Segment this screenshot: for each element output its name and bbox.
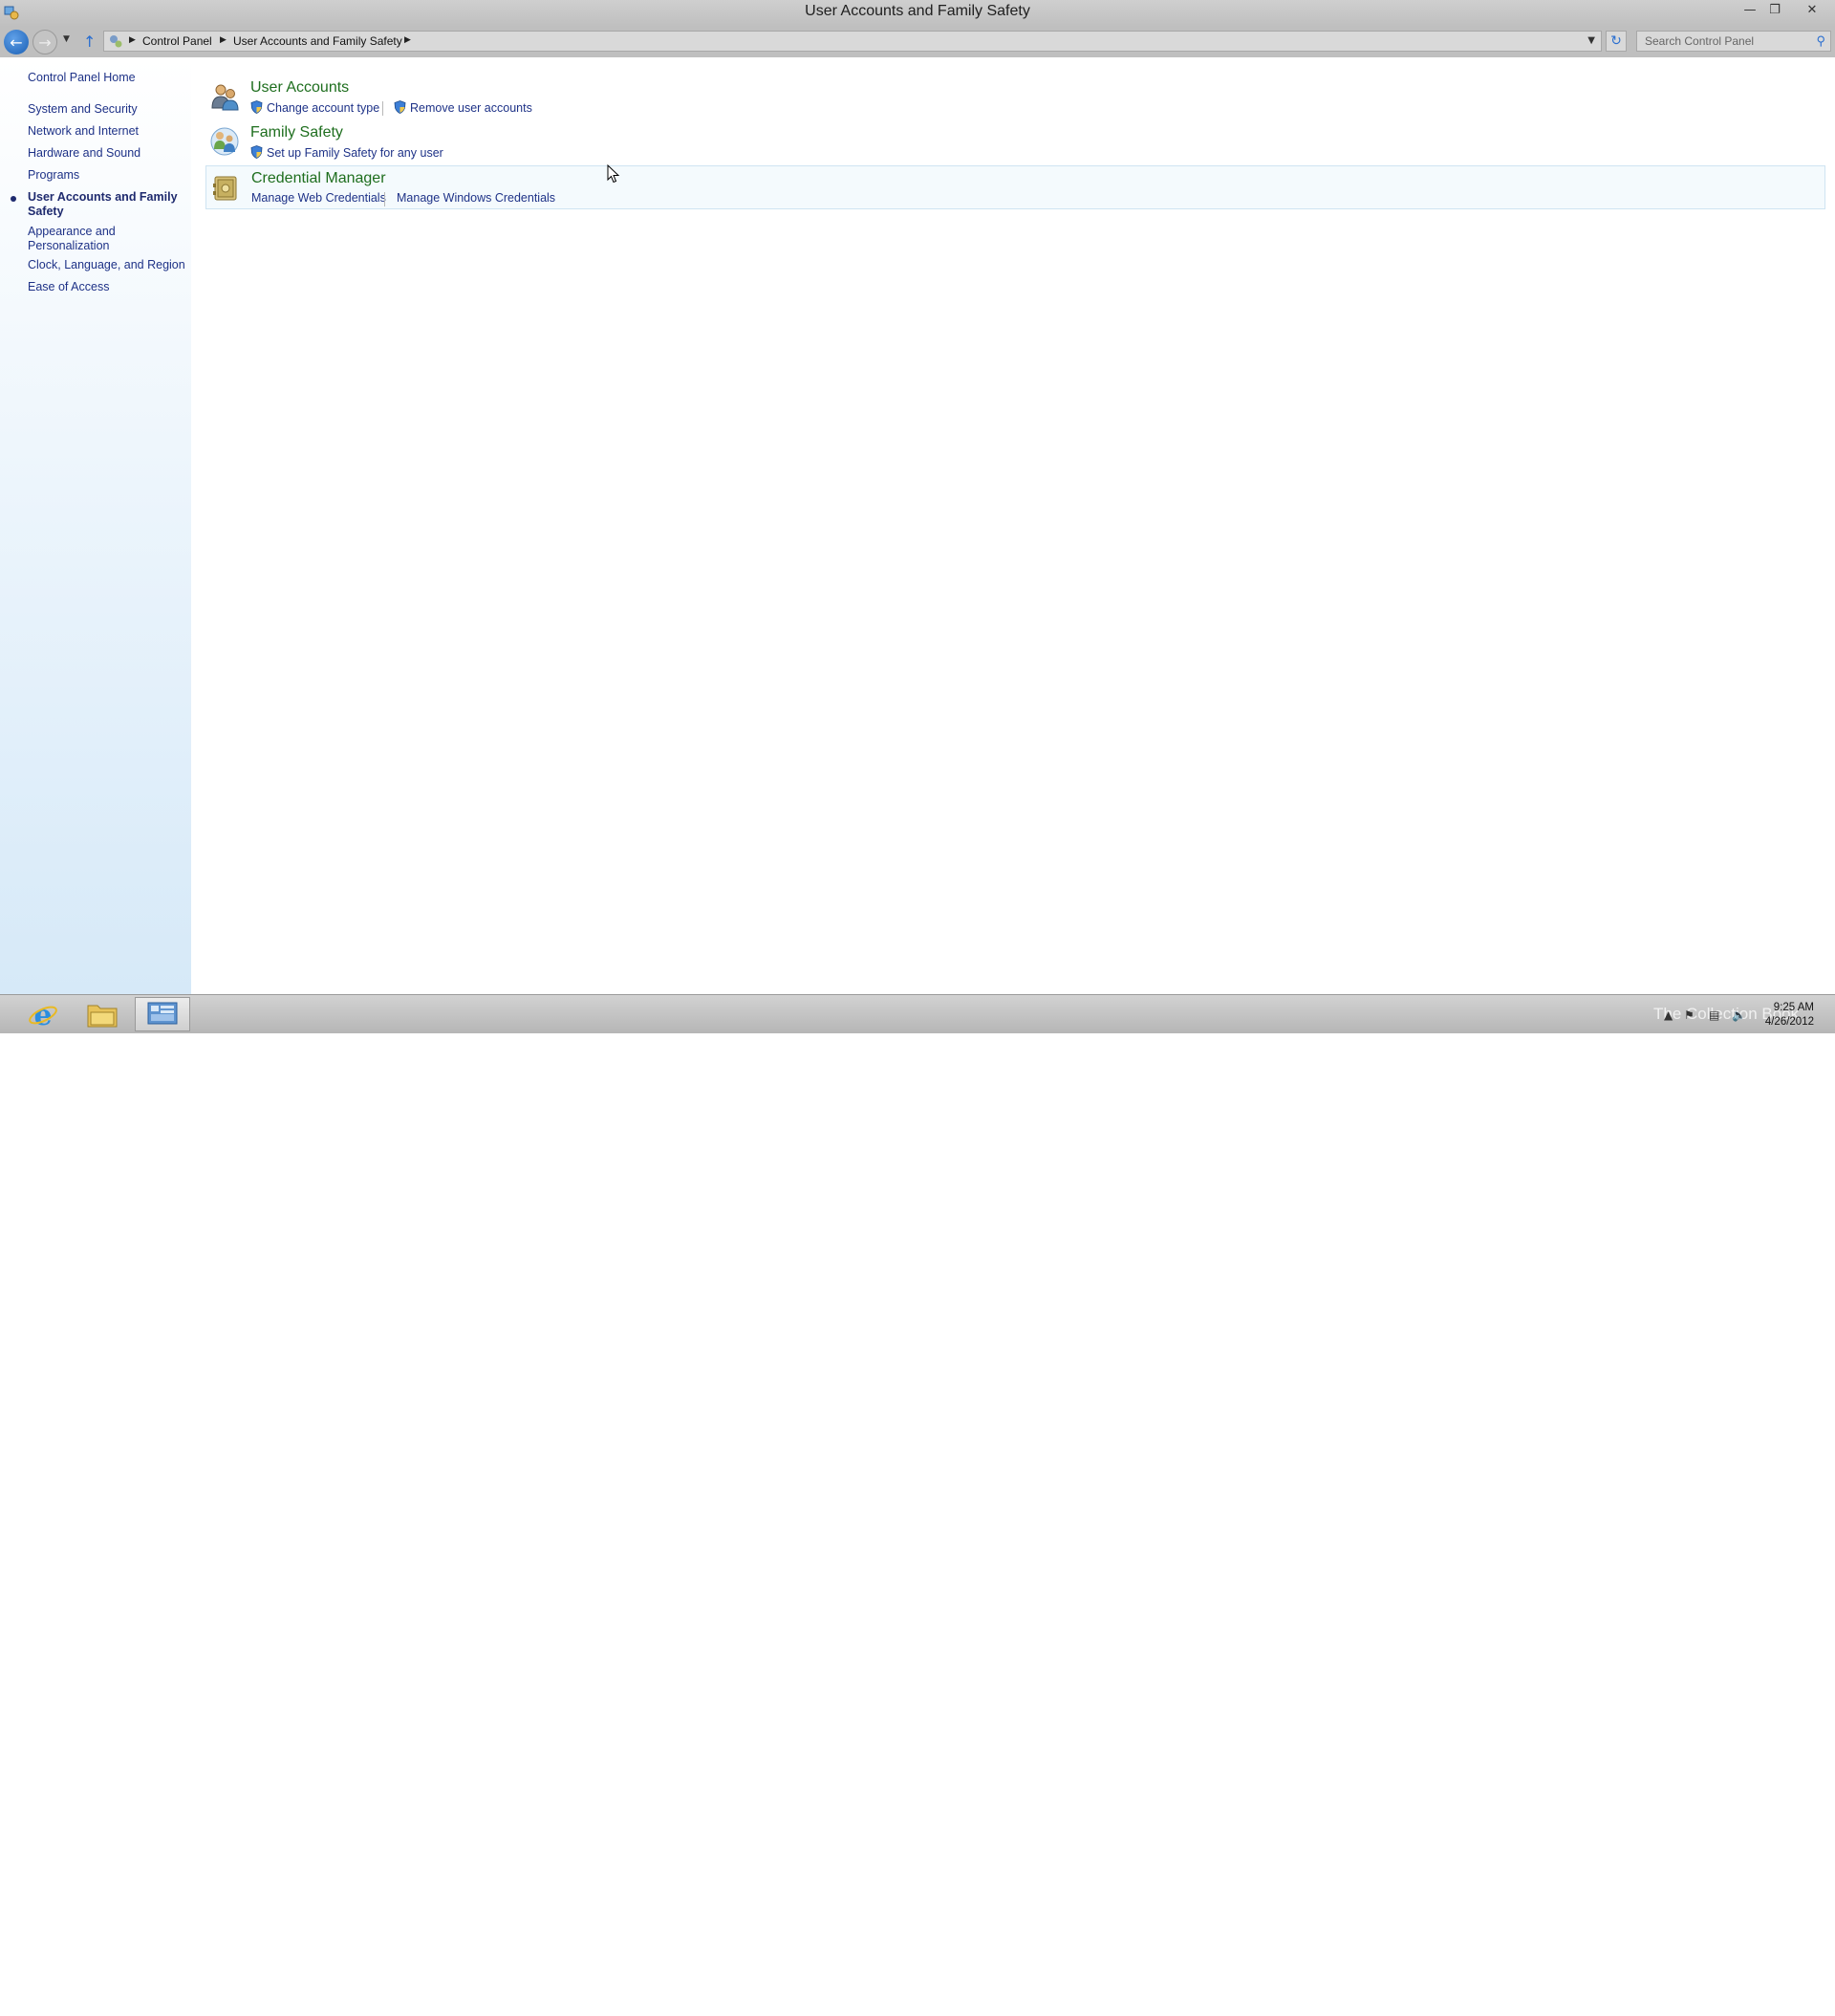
control-panel-icon xyxy=(110,35,122,48)
taskbar: e The Collection Book ▲ ⚑ ▤ 🔈 9:25 AM 4/… xyxy=(0,994,1835,2016)
refresh-icon: ↻ xyxy=(1610,33,1622,49)
category-title[interactable]: Family Safety xyxy=(250,124,343,141)
clock-date: 4/26/2012 xyxy=(1764,1016,1814,1028)
left-navigation-pane: Control Panel Home System and Security N… xyxy=(0,57,191,994)
back-button[interactable]: ← xyxy=(4,30,29,54)
sidebar-item-appearance[interactable]: Appearance and Personalization xyxy=(28,225,185,253)
minimize-icon: — xyxy=(1743,2,1757,17)
forward-button[interactable]: → xyxy=(32,30,57,54)
sidebar-item-control-panel-home[interactable]: Control Panel Home xyxy=(28,71,185,85)
category-family-safety: Family Safety Set up Family Safety for a… xyxy=(205,120,1825,164)
uac-shield-icon xyxy=(394,100,406,114)
task-divider xyxy=(384,192,385,206)
watermark-book-logo xyxy=(1599,1983,1645,2016)
control-panel-icon xyxy=(147,1002,178,1025)
internet-explorer-icon: e xyxy=(29,999,57,1030)
arrow-right-icon: → xyxy=(38,33,52,52)
sidebar-item-ease-of-access[interactable]: Ease of Access xyxy=(28,280,185,294)
window-title: User Accounts and Family Safety xyxy=(805,3,1030,19)
volume-icon[interactable]: 🔈 xyxy=(1732,1008,1746,1022)
change-account-type-link[interactable]: Change account type xyxy=(250,100,379,115)
recent-pages-dropdown[interactable]: ▼ xyxy=(63,34,70,44)
breadcrumb-control-panel[interactable]: Control Panel xyxy=(142,34,212,48)
refresh-button[interactable]: ↻ xyxy=(1606,31,1627,52)
search-placeholder: Search Control Panel xyxy=(1645,34,1755,48)
sidebar-item-system-security[interactable]: System and Security xyxy=(28,102,185,117)
setup-family-safety-link[interactable]: Set up Family Safety for any user xyxy=(250,145,443,160)
setup-family-safety-label: Set up Family Safety for any user xyxy=(267,146,443,160)
category-title[interactable]: User Accounts xyxy=(250,79,349,97)
category-user-accounts: User Accounts Change account type Remove… xyxy=(205,76,1825,119)
taskbar-file-explorer[interactable] xyxy=(76,997,129,1031)
category-credential-manager: Credential Manager Manage Web Credential… xyxy=(205,165,1825,209)
address-bar[interactable]: ▶ Control Panel ▶ User Accounts and Fami… xyxy=(103,31,1602,52)
system-clock[interactable]: 9:25 AM 4/26/2012 xyxy=(1765,1001,1814,1030)
vault-icon[interactable] xyxy=(210,172,241,203)
sidebar-item-user-accounts[interactable]: User Accounts and Family Safety xyxy=(28,190,185,219)
navigation-bar: ← → ▼ ↑ ▶ Control Panel ▶ User Accounts … xyxy=(0,27,1835,57)
restore-icon: ❐ xyxy=(1769,2,1781,17)
clock-time: 9:25 AM xyxy=(1773,1002,1814,1013)
chevron-down-icon[interactable]: ▼ xyxy=(1587,35,1595,46)
taskbar-control-panel[interactable] xyxy=(135,997,190,1031)
arrow-up-icon: ↑ xyxy=(83,33,97,51)
remove-user-accounts-link[interactable]: Remove user accounts xyxy=(394,100,532,115)
mouse-cursor-icon xyxy=(607,164,620,184)
close-icon: ✕ xyxy=(1806,2,1818,17)
taskbar-internet-explorer[interactable]: e xyxy=(16,997,70,1031)
users-icon[interactable] xyxy=(209,81,240,112)
family-icon[interactable] xyxy=(209,126,240,157)
main-content: User Accounts Change account type Remove… xyxy=(191,57,1835,994)
category-title[interactable]: Credential Manager xyxy=(251,170,386,187)
task-divider xyxy=(382,101,383,116)
chevron-right-icon[interactable]: ▶ xyxy=(129,35,136,45)
sidebar-item-programs[interactable]: Programs xyxy=(28,168,185,183)
manage-web-credentials-link[interactable]: Manage Web Credentials xyxy=(251,191,386,205)
sidebar-item-clock-language[interactable]: Clock, Language, and Region xyxy=(28,258,185,272)
remove-user-accounts-label: Remove user accounts xyxy=(410,101,532,115)
up-button[interactable]: ↑ xyxy=(83,33,96,51)
search-input[interactable]: Search Control Panel ⚲ xyxy=(1636,31,1831,52)
network-icon[interactable]: ▤ xyxy=(1709,1008,1719,1022)
sidebar-item-network-internet[interactable]: Network and Internet xyxy=(28,124,185,139)
uac-shield-icon xyxy=(250,100,263,114)
show-hidden-icons-icon[interactable]: ▲ xyxy=(1664,1008,1673,1022)
change-account-type-label: Change account type xyxy=(267,101,380,115)
file-explorer-icon xyxy=(87,1005,118,1028)
manage-windows-credentials-link[interactable]: Manage Windows Credentials xyxy=(397,191,555,205)
sidebar-item-hardware-sound[interactable]: Hardware and Sound xyxy=(28,146,185,161)
restore-button[interactable]: ❐ xyxy=(1762,0,1787,19)
action-center-flag-icon[interactable]: ⚑ xyxy=(1684,1008,1695,1022)
chevron-right-icon[interactable]: ▶ xyxy=(404,35,411,45)
arrow-left-icon: ← xyxy=(10,33,23,52)
active-bullet xyxy=(11,196,16,202)
close-button[interactable]: ✕ xyxy=(1797,0,1827,19)
breadcrumb-user-accounts[interactable]: User Accounts and Family Safety xyxy=(233,34,402,48)
title-bar: User Accounts and Family Safety — ❐ ✕ xyxy=(0,0,1835,27)
chevron-right-icon[interactable]: ▶ xyxy=(220,35,227,45)
minimize-button[interactable]: — xyxy=(1738,0,1762,19)
search-icon[interactable]: ⚲ xyxy=(1816,33,1825,49)
uac-shield-icon xyxy=(250,145,263,159)
svg-text:e: e xyxy=(33,999,52,1030)
